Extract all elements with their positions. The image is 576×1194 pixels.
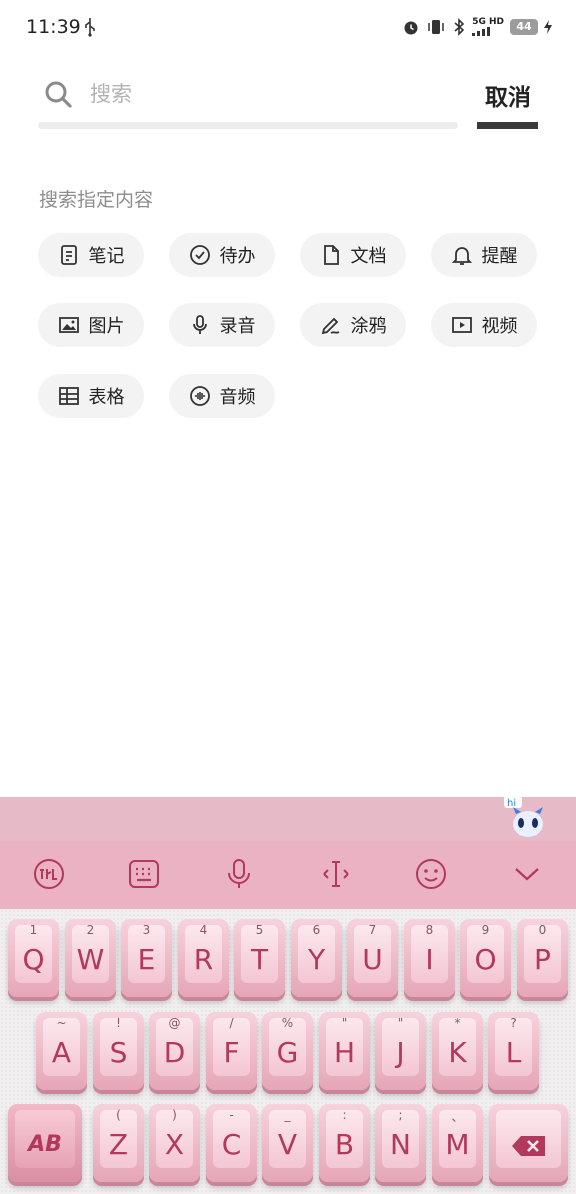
ime-logo-icon[interactable]: [31, 856, 67, 892]
keyboard-icon[interactable]: [126, 856, 162, 892]
svg-text:hi: hi: [507, 798, 516, 809]
chip-todo[interactable]: 待办: [169, 233, 275, 277]
key-n[interactable]: ; N: [375, 1104, 426, 1182]
chip-video[interactable]: 视频: [431, 303, 537, 347]
key-y[interactable]: 6Y: [291, 919, 342, 997]
chip-audio[interactable]: 音频: [169, 374, 275, 418]
chip-note[interactable]: 笔记: [38, 233, 144, 277]
chip-table[interactable]: 表格: [38, 374, 144, 418]
chip-doodle[interactable]: 涂鸦: [300, 303, 406, 347]
chevron-down-icon[interactable]: [509, 856, 545, 892]
cancel-underline: [477, 122, 538, 129]
document-icon: [323, 245, 339, 265]
charging-icon: [544, 20, 552, 34]
key-l[interactable]: ? L: [488, 1012, 539, 1090]
vibrate-icon: [428, 20, 444, 34]
key-z[interactable]: (Z: [93, 1104, 144, 1182]
key-a[interactable]: ~ A: [36, 1012, 87, 1090]
keyboard-candidate-bar: [0, 797, 576, 841]
key-e[interactable]: 3E: [121, 919, 172, 997]
chip-recording[interactable]: 录音: [169, 303, 275, 347]
key-i[interactable]: 8I: [404, 919, 455, 997]
key-o[interactable]: 9O: [460, 919, 511, 997]
image-icon: [58, 317, 79, 333]
status-bar: 11:39 5G HD 44: [0, 0, 576, 56]
key-f[interactable]: / F: [206, 1012, 257, 1090]
chip-label: 音频: [219, 387, 256, 408]
chip-reminder[interactable]: 提醒: [431, 233, 537, 277]
pen-doodle-icon: [321, 317, 339, 335]
voice-input-icon[interactable]: [221, 856, 257, 892]
search-input[interactable]: [90, 76, 450, 112]
signal-icon: 5G HD: [472, 18, 504, 36]
todo-check-icon: [189, 245, 210, 265]
chip-label: 提醒: [481, 246, 518, 267]
search-icon: [45, 81, 72, 108]
key-p[interactable]: 0P: [517, 919, 568, 997]
table-icon: [58, 387, 79, 405]
status-time: 11:39: [26, 16, 81, 38]
chip-label: 录音: [219, 316, 256, 337]
key-r[interactable]: 4R: [178, 919, 229, 997]
key-m[interactable]: 、 M: [432, 1104, 483, 1182]
backspace-icon: [511, 1136, 545, 1156]
usb-icon: [85, 18, 95, 37]
chip-document[interactable]: 文档: [300, 233, 406, 277]
microphone-icon: [192, 315, 207, 334]
key-x[interactable]: ) X: [149, 1104, 200, 1182]
key-s[interactable]: ! S: [93, 1012, 144, 1090]
key-v[interactable]: _ V: [262, 1104, 313, 1182]
chip-label: 图片: [88, 316, 125, 337]
key-h[interactable]: " H: [319, 1012, 370, 1090]
note-icon: [60, 245, 77, 265]
key-b[interactable]: :B: [319, 1104, 370, 1182]
alarm-icon: [404, 21, 418, 35]
keyboard-toolbar: [0, 841, 576, 909]
chip-label: 涂鸦: [350, 316, 387, 337]
search-underline: [38, 122, 458, 129]
shift-ab-key[interactable]: AB: [8, 1104, 82, 1182]
audio-wave-icon: [189, 386, 210, 406]
key-d[interactable]: @ D: [149, 1012, 200, 1090]
chip-label: 文档: [350, 246, 387, 267]
key-w[interactable]: 2W: [65, 919, 116, 997]
chip-image[interactable]: 图片: [38, 303, 144, 347]
chip-label: 笔记: [88, 246, 125, 267]
chip-label: 待办: [219, 246, 256, 267]
bluetooth-icon: [454, 18, 465, 36]
chip-label: 表格: [88, 387, 125, 408]
chip-label: 视频: [481, 316, 518, 337]
keyboard-mascot-icon[interactable]: hi: [502, 796, 550, 842]
emoji-icon[interactable]: [413, 856, 449, 892]
key-c[interactable]: -C: [206, 1104, 257, 1182]
key-q[interactable]: 1Q: [8, 919, 59, 997]
key-t[interactable]: 5T: [234, 919, 285, 997]
video-play-icon: [451, 317, 472, 333]
text-cursor-icon[interactable]: [318, 856, 354, 892]
key-k[interactable]: * K: [432, 1012, 483, 1090]
cancel-button[interactable]: 取消: [477, 78, 539, 111]
key-g[interactable]: % G: [262, 1012, 313, 1090]
status-icons: 5G HD 44: [402, 16, 552, 38]
bell-icon: [451, 247, 472, 265]
battery-icon: 44: [510, 19, 538, 35]
backspace-key[interactable]: [489, 1104, 568, 1182]
section-title: 搜索指定内容: [39, 189, 154, 211]
key-j[interactable]: " J: [375, 1012, 426, 1090]
key-u[interactable]: 7U: [347, 919, 398, 997]
